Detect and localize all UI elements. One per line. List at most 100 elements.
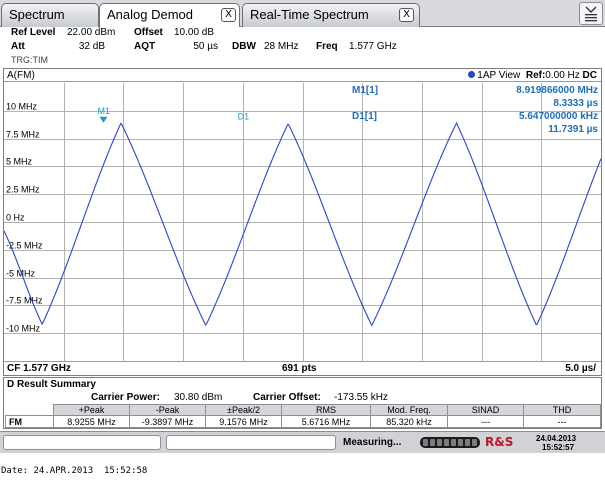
carrier-info: Carrier Power: 30.80 dBm Carrier Offset:…	[4, 391, 601, 404]
progress-segment	[423, 439, 428, 446]
att-value: 32 dB	[78, 41, 105, 52]
ref-value: 0.00 Hz	[545, 70, 580, 81]
diagram-footer: CF 1.577 GHz 691 pts 5.0 µs/	[4, 361, 601, 375]
offset-label: Offset	[134, 27, 163, 38]
sweep-points: 691 pts	[282, 363, 317, 374]
header-thd: THD	[523, 404, 601, 416]
chevron-down-menu-icon	[585, 6, 597, 22]
carrier-power-value: 30.80 dBm	[174, 392, 223, 403]
tab-label: Real-Time Spectrum	[250, 7, 369, 22]
measurement-settings[interactable]: Ref Level 22.00 dBm Offset 10.00 dB Att …	[0, 27, 605, 67]
corner-cell	[5, 404, 54, 416]
y-tick-label: 2.5 MHz	[6, 185, 40, 195]
y-tick-label: -7.5 MHz	[6, 296, 43, 306]
att-label: Att	[11, 41, 25, 52]
result-summary-panel[interactable]: D Result Summary Carrier Power: 30.80 dB…	[3, 377, 602, 429]
view-info: 1AP View Ref:0.00 Hz DC	[468, 69, 597, 82]
markers[interactable]: M1 D1	[97, 106, 249, 123]
value-plus-peak: 8.9255 MHz	[53, 415, 130, 428]
tab-label: Spectrum	[9, 7, 65, 22]
status-bar: Measuring... R&S 24.04.2013 15:52:57	[0, 431, 605, 453]
header-sinad: SINAD	[447, 404, 524, 416]
progress-segment	[451, 439, 456, 446]
tab-real-time-spectrum[interactable]: Real-Time Spectrum X	[242, 3, 420, 27]
coupling-label: DC	[582, 70, 597, 81]
progress-segment	[444, 439, 449, 446]
freq-value: 1.577 GHz	[349, 41, 397, 52]
readout-d1-freq: 5.647000000 kHz	[519, 111, 598, 122]
ref-label: Ref:	[525, 70, 546, 81]
ref-level-value: 22.00 dBm	[67, 27, 116, 38]
tab-label: Analog Demod	[107, 7, 193, 22]
table-row: FM 8.9255 MHz -9.3897 MHz 9.1576 MHz 5.6…	[5, 415, 601, 428]
time-per-division: 5.0 µs/	[565, 363, 596, 374]
footer-date-label: Date:	[1, 466, 29, 476]
trace-title: A(FM)	[7, 70, 35, 81]
trace-dot-icon	[468, 71, 476, 78]
status-time: 15:52:57	[542, 443, 575, 452]
tab-analog-demod[interactable]: Analog Demod X	[99, 3, 240, 28]
progress-segment	[430, 439, 435, 446]
y-tick-label: -10 MHz	[6, 324, 41, 334]
carrier-power-label: Carrier Power:	[91, 392, 160, 403]
progress-segment	[458, 439, 463, 446]
header-minus-peak: -Peak	[129, 404, 206, 416]
progress-segment	[437, 439, 442, 446]
y-tick-label: 0 Hz	[6, 213, 25, 223]
view-label: 1AP View	[477, 70, 521, 81]
progress-segment	[472, 439, 477, 446]
fm-time-domain-diagram[interactable]: A(FM) 1AP View Ref:0.00 Hz DC 10 MHz 7.5 …	[3, 68, 602, 376]
value-thd: ---	[523, 415, 601, 428]
marker-d1-label: D1	[238, 112, 250, 122]
trigger-indicator: TRG:TIM	[11, 55, 48, 65]
status-datetime: 24.04.2013 15:52:57	[536, 434, 576, 452]
progress-segment	[465, 439, 470, 446]
rs-logo: R&S	[485, 435, 514, 449]
center-frequency: CF 1.577 GHz	[7, 363, 71, 374]
value-sinad: ---	[447, 415, 524, 428]
freq-label: Freq	[316, 41, 338, 52]
value-half-peak: 9.1576 MHz	[205, 415, 282, 428]
tab-bar: Spectrum Analog Demod X Real-Time Spectr…	[0, 0, 605, 28]
readout-d1-time: 11.7391 µs	[548, 124, 598, 135]
status-field-middle[interactable]	[166, 435, 336, 450]
readout-d1-label: D1[1]	[352, 111, 378, 122]
grid-lines	[4, 83, 601, 361]
table-header-row: +Peak -Peak ±Peak/2 RMS Mod. Freq. SINAD…	[5, 404, 601, 416]
plot-area[interactable]: 10 MHz 7.5 MHz 5 MHz 2.5 MHz 0 Hz -2.5 MHz -5 …	[4, 83, 601, 361]
footer-date-value: 24.APR.2013 15:52:58	[33, 466, 148, 476]
readout-m1-freq: 8.919866000 MHz	[516, 85, 598, 96]
value-minus-peak: -9.3897 MHz	[129, 415, 206, 428]
value-mod-freq: 85.320 kHz	[370, 415, 448, 428]
dbw-label: DBW	[232, 41, 256, 52]
y-tick-label: 10 MHz	[6, 102, 38, 112]
result-summary-title: D Result Summary	[7, 379, 96, 390]
result-summary-table: +Peak -Peak ±Peak/2 RMS Mod. Freq. SINAD…	[5, 404, 601, 428]
diagram-header: A(FM) 1AP View Ref:0.00 Hz DC	[4, 69, 601, 82]
measuring-status: Measuring...	[343, 437, 402, 448]
printout-date-footer: Date: 24.APR.2013 15:52:58	[1, 466, 147, 476]
close-tab-icon[interactable]: X	[221, 8, 236, 22]
y-tick-label: 5 MHz	[6, 157, 33, 167]
ref-level-label: Ref Level	[11, 27, 56, 38]
status-date: 24.04.2013	[536, 434, 577, 443]
value-rms: 5.6716 MHz	[281, 415, 371, 428]
carrier-offset-value: -173.55 kHz	[334, 392, 388, 403]
offset-value: 10.00 dB	[174, 27, 215, 38]
header-half-peak: ±Peak/2	[205, 404, 282, 416]
header-mod-freq: Mod. Freq.	[370, 404, 448, 416]
status-field-left[interactable]	[3, 435, 161, 450]
fm-trace-line	[4, 121, 601, 327]
header-rms: RMS	[281, 404, 371, 416]
marker-m1-triangle-icon[interactable]	[99, 116, 108, 123]
fm-trace-chart[interactable]: 10 MHz7.5 MHz5 MHz2.5 MHz0 Hz-2.5 MHz-5 …	[4, 83, 601, 361]
header-plus-peak: +Peak	[53, 404, 130, 416]
readout-m1-label: M1[1]	[352, 85, 379, 96]
close-tab-icon[interactable]: X	[399, 8, 414, 22]
dbw-value: 28 MHz	[264, 41, 299, 52]
aqt-value: 50 µs	[193, 41, 218, 52]
aqt-label: AQT	[134, 41, 156, 52]
tab-spectrum[interactable]: Spectrum	[1, 3, 99, 27]
y-axis-tick-labels: 10 MHz7.5 MHz5 MHz2.5 MHz0 Hz-2.5 MHz-5 …	[6, 102, 43, 334]
overview-menu-button[interactable]	[579, 2, 603, 25]
